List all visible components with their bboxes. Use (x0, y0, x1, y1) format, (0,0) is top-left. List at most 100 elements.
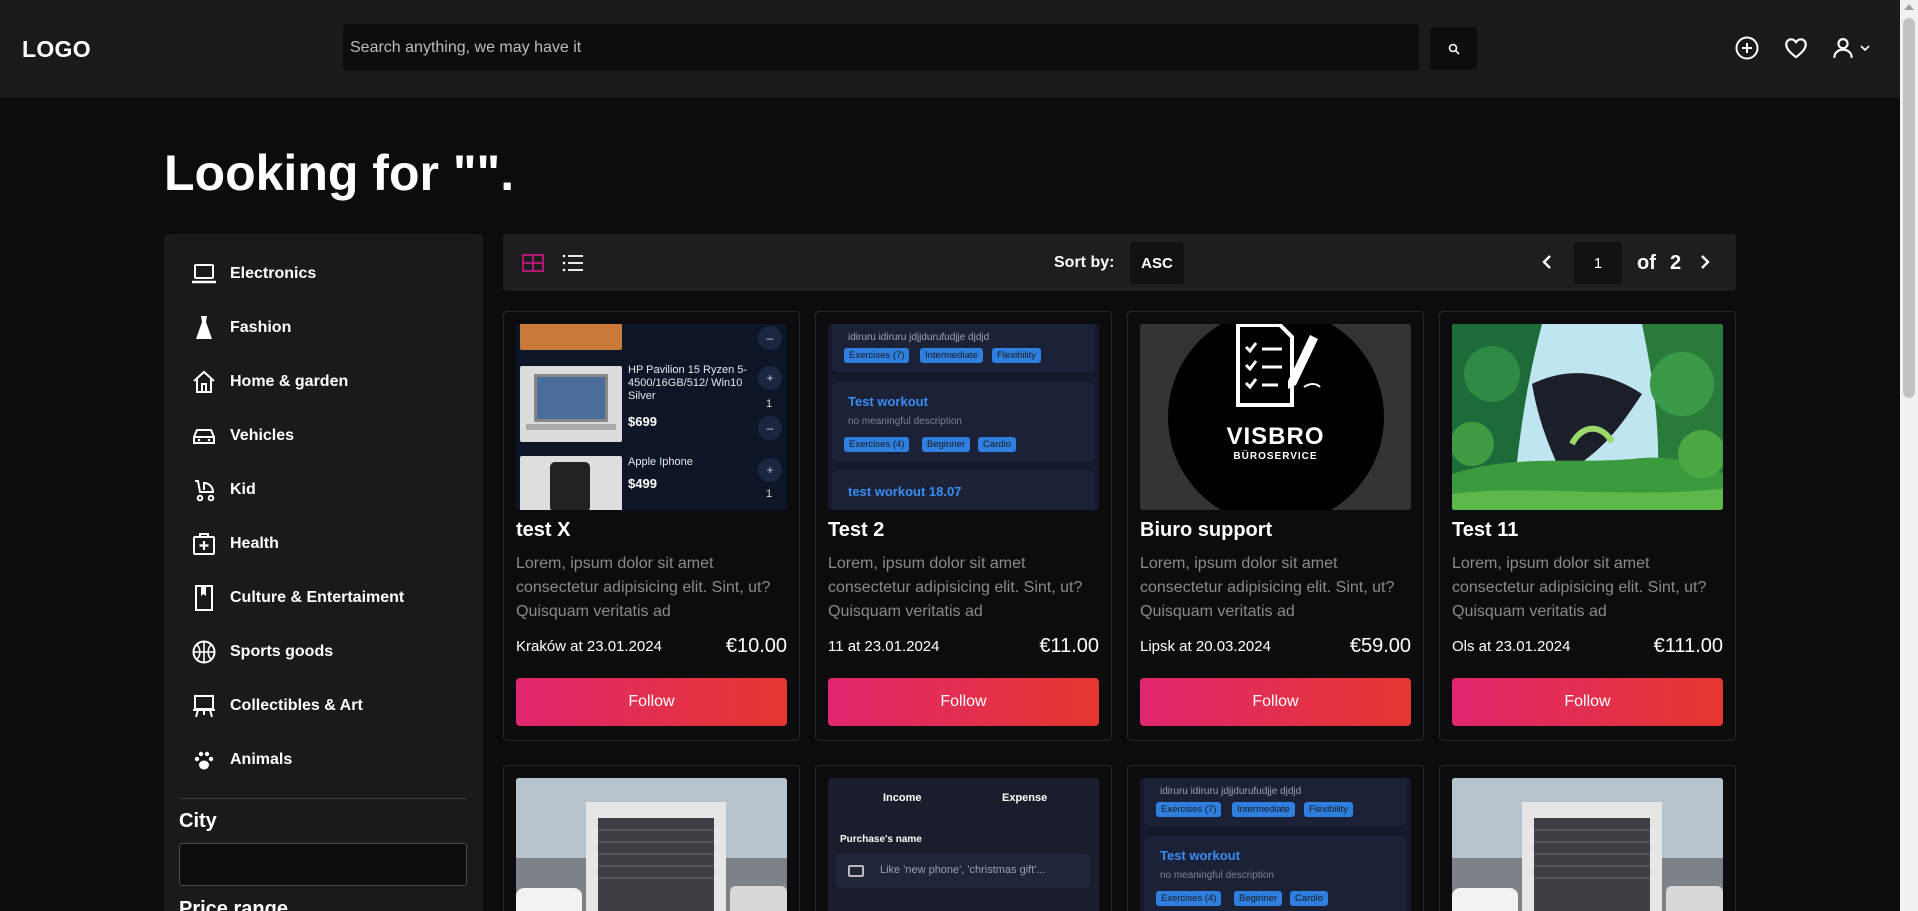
listing-description: Lorem, ipsum dolor sit amet consectetur … (1452, 555, 1707, 620)
listing-description: Lorem, ipsum dolor sit amet consectetur … (828, 555, 1083, 620)
scroll-up-arrow[interactable] (1904, 4, 1914, 10)
tag: Exercises (4) (844, 437, 910, 452)
sidebar-item-home-garden[interactable]: Home & garden (190, 367, 348, 397)
follow-button[interactable]: Follow (1140, 678, 1411, 726)
listing-card[interactable]: – HP Pavilion 15 Ryzen 5-4500/16GB/512/ … (503, 311, 800, 741)
minus-icon: – (758, 416, 782, 440)
thumb-text: HP Pavilion 15 Ryzen 5-4500/16GB/512/ Wi… (628, 364, 748, 402)
listing-location: Ols at 23.01.2024 (1452, 638, 1571, 655)
listing-price: €10.00 (725, 635, 787, 657)
stroller-icon (190, 476, 218, 504)
listing-card[interactable]: Income Expense Purchase's name Like 'new… (815, 765, 1112, 911)
scrollbar-thumb[interactable] (1903, 18, 1915, 398)
follow-button[interactable]: Follow (1452, 678, 1723, 726)
sidebar-item-electronics[interactable]: Electronics (190, 259, 316, 289)
sidebar-item-animals[interactable]: Animals (190, 745, 292, 775)
follow-button[interactable]: Follow (516, 678, 787, 726)
sidebar-item-vehicles[interactable]: Vehicles (190, 421, 294, 451)
divider (180, 798, 466, 799)
medical-kit-icon (190, 530, 218, 558)
tag: Exercises (7) (844, 348, 910, 363)
thumb-panel: Test workout no meaningful description E… (832, 382, 1095, 462)
grid-icon (522, 254, 544, 272)
sidebar-item-collectibles[interactable]: Collectibles & Art (190, 691, 363, 721)
sidebar-item-kid[interactable]: Kid (190, 475, 256, 505)
listing-location: Kraków at 23.01.2024 (516, 638, 662, 655)
user-menu[interactable] (1830, 34, 1876, 62)
thumb-text: Test workout (1160, 848, 1240, 863)
thumb-panel: Like 'new phone', 'christmas gift'... (836, 854, 1090, 888)
laptop-icon (190, 260, 218, 288)
dress-icon (190, 314, 218, 342)
thumb-text: no meaningful description (848, 416, 962, 427)
minus-icon: – (758, 326, 782, 350)
thumb-text: no meaningful description (1160, 870, 1274, 881)
page-title: Looking for "". (164, 145, 515, 201)
tag: Cardio (1290, 891, 1328, 906)
paw-icon (190, 746, 218, 774)
sort-select[interactable]: ASC (1130, 242, 1184, 284)
plus-icon: + (758, 366, 782, 390)
thumb-text: Test workout (848, 394, 928, 409)
thumb-text: Income (883, 792, 922, 804)
listing-card[interactable] (1439, 765, 1736, 911)
listing-title[interactable]: Test 11 (1452, 519, 1518, 542)
phone-image (520, 456, 622, 510)
listing-title[interactable]: Test 2 (828, 519, 884, 542)
sidebar-item-label: Health (230, 535, 279, 552)
listing-card[interactable]: VISBRO BÜROSERVICE Biuro support Lorem, … (1127, 311, 1424, 741)
of-label: of (1637, 252, 1656, 274)
laptop-image (520, 366, 622, 442)
chevron-down-icon (1860, 45, 1870, 52)
thumb-text: idiruru idiruru jdjjdurufudjje djdjd (848, 332, 990, 343)
listing-card[interactable]: idiruru idiruru jdjjdurufudjje djdjd Exe… (1127, 765, 1424, 911)
listing-image: Income Expense Purchase's name Like 'new… (828, 778, 1099, 911)
heart-icon[interactable] (1782, 34, 1810, 62)
search-button[interactable] (1430, 27, 1477, 70)
list-icon (562, 254, 583, 272)
sidebar-item-culture[interactable]: Culture & Entertaiment (190, 583, 404, 613)
sidebar-item-health[interactable]: Health (190, 529, 279, 559)
brand-subtitle: BÜROSERVICE (1233, 451, 1318, 462)
sidebar-item-fashion[interactable]: Fashion (190, 313, 291, 343)
next-page-button[interactable] (1693, 250, 1717, 274)
listing-card[interactable]: idiruru idiruru jdjjdurufudjje djdjd Exe… (815, 311, 1112, 741)
thumb-text: $499 (628, 476, 657, 491)
thumb-text: Expense (1002, 792, 1048, 804)
easel-icon (190, 692, 218, 720)
thumb-text: Apple Iphone (628, 456, 693, 468)
tag: Flexibility (992, 348, 1042, 363)
results-toolbar: Sort by: ASC 1 of 2 (503, 234, 1736, 291)
book-icon (190, 584, 218, 612)
listing-card[interactable]: Test 11 Lorem, ipsum dolor sit amet cons… (1439, 311, 1736, 741)
tag: Exercises (4) (1156, 891, 1222, 906)
listing-image (1452, 324, 1723, 510)
prev-page-button[interactable] (1535, 250, 1559, 274)
sidebar-item-sports[interactable]: Sports goods (190, 637, 333, 667)
listing-title[interactable]: test X (516, 519, 570, 542)
search-input[interactable] (343, 24, 1419, 71)
thumb-panel: idiruru idiruru jdjjdurufudjje djdjd Exe… (1144, 778, 1407, 826)
basketball-icon (190, 638, 218, 666)
listing-card[interactable] (503, 765, 800, 911)
sidebar-item-label: Kid (230, 481, 256, 498)
follow-button[interactable]: Follow (828, 678, 1099, 726)
chevron-right-icon (1701, 255, 1710, 269)
brand-logo: VISBRO BÜROSERVICE (1167, 324, 1384, 510)
add-circle-icon[interactable] (1733, 34, 1761, 62)
city-label: City (179, 810, 217, 832)
sidebar-item-label: Collectibles & Art (230, 697, 363, 714)
listing-location: Lipsk at 20.03.2024 (1140, 638, 1271, 655)
listing-image: – HP Pavilion 15 Ryzen 5-4500/16GB/512/ … (516, 324, 787, 510)
city-input[interactable] (179, 843, 467, 886)
tag: Cardio (978, 437, 1016, 452)
tag: Flexibility (1304, 802, 1354, 817)
thumb-panel: test workout 18.07 (832, 470, 1095, 510)
page-number-input[interactable]: 1 (1574, 242, 1622, 284)
listing-title[interactable]: Biuro support (1140, 519, 1272, 542)
listing-image (1452, 778, 1723, 911)
grid-view-button[interactable] (521, 251, 545, 275)
logo[interactable]: LOGO (22, 36, 91, 63)
list-view-button[interactable] (561, 251, 585, 275)
truck-photo (516, 778, 787, 911)
